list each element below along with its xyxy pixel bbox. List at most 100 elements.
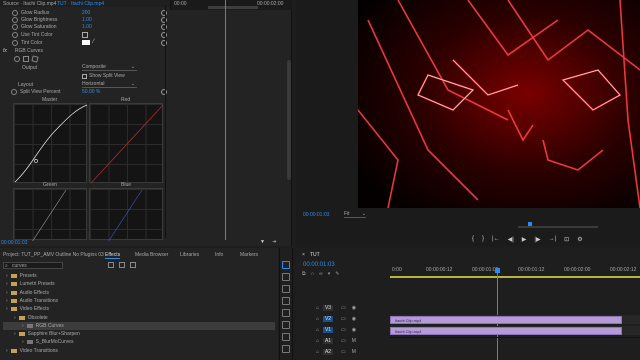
stopwatch-icon[interactable] (12, 40, 18, 46)
program-timecode[interactable]: 00:00:01:03 (303, 212, 329, 218)
disclosure-chevron-icon[interactable]: › (6, 273, 8, 279)
effects-tree-item[interactable]: › Obsolete (3, 314, 275, 322)
selection-tool-icon[interactable] (282, 261, 290, 269)
use-tint-color-checkbox[interactable] (82, 32, 88, 38)
glow-radius-value[interactable]: 200 (82, 10, 90, 16)
curve-point[interactable] (34, 159, 38, 163)
glow-brightness-value[interactable]: 1.00 (82, 17, 92, 23)
step-forward-button[interactable]: |▶ (534, 236, 540, 243)
split-view-percent-value[interactable]: 50.00 % (82, 89, 100, 95)
type-tool-icon[interactable] (282, 345, 290, 353)
yuv-effects-icon[interactable] (130, 262, 136, 268)
effects-tree-item[interactable]: › Audio Transitions (3, 297, 275, 305)
disclosure-chevron-icon[interactable]: › (6, 281, 8, 287)
reset-icon[interactable] (161, 24, 167, 30)
project-title[interactable]: Project: TUT_PP_AMV Outline No Plugins 0… (3, 252, 104, 258)
effects-tree-item[interactable]: › Lumetri Presets (3, 280, 275, 288)
tab-info[interactable]: Info (215, 252, 223, 258)
go-to-in-button[interactable]: |← (492, 236, 500, 243)
glow-saturation-value[interactable]: 1.00 (82, 24, 92, 30)
stopwatch-icon[interactable] (11, 89, 17, 95)
sync-lock-icon[interactable]: ▭ (341, 327, 346, 333)
track-name[interactable]: A2 (323, 349, 334, 355)
mute-icon[interactable]: M (352, 349, 356, 355)
disclosure-chevron-icon[interactable]: › (6, 290, 8, 296)
ec-playhead[interactable] (225, 0, 226, 240)
ellipse-mask-icon[interactable] (14, 56, 20, 62)
red-curve[interactable] (89, 103, 164, 184)
razor-tool-icon[interactable] (282, 297, 290, 305)
eye-icon[interactable]: ◉ (352, 305, 356, 311)
32bit-effects-icon[interactable] (119, 262, 125, 268)
effects-tree-item[interactable]: › RGB Curves (3, 321, 275, 330)
disclosure-chevron-icon[interactable]: › (14, 315, 16, 321)
track-select-tool-icon[interactable] (282, 273, 290, 281)
ec-timecode[interactable]: 00:00:01:03 (1, 240, 27, 246)
clip-range-bar[interactable] (208, 6, 258, 9)
work-area-bar[interactable] (390, 276, 640, 278)
effects-tree-item[interactable]: › Video Effects (3, 305, 275, 313)
hand-tool-icon[interactable] (282, 333, 290, 341)
effects-tree-item[interactable]: › Audio Effects (3, 289, 275, 297)
nest-icon[interactable]: ⧉ (302, 271, 306, 277)
tab-markers[interactable]: Markers (240, 252, 258, 258)
step-back-button[interactable]: ◀| (508, 236, 514, 243)
sequence-tab[interactable]: TUT (310, 252, 320, 258)
show-split-view[interactable]: Show Split View (82, 73, 125, 79)
linked-selection-icon[interactable]: ∞ (319, 271, 323, 277)
track-name[interactable]: V2 (323, 316, 334, 322)
master-curve[interactable] (13, 103, 88, 183)
tab-media-browser[interactable]: Media Browser (135, 252, 168, 258)
timeline-playhead[interactable] (495, 268, 500, 360)
timeline-timecode[interactable]: 00:00:01:03 (303, 262, 335, 268)
reset-icon[interactable] (161, 40, 167, 46)
settings-icon[interactable]: ⚙ (577, 236, 582, 243)
effects-tree-item[interactable]: › S_BlurMoCurves (3, 338, 275, 346)
timeline-ruler[interactable]: 0:00 00:00:00:12 00:00:01:00 00:00:01:12… (390, 265, 640, 275)
track-name[interactable]: A1 (323, 338, 334, 344)
ec-timeline-ruler[interactable]: 00:00 00:00:02:00 (170, 0, 292, 10)
pen-mask-icon[interactable] (31, 55, 39, 63)
disclosure-chevron-icon[interactable]: › (6, 298, 8, 304)
tab-effects[interactable]: Effects (105, 252, 121, 259)
source-label[interactable]: Source · Itachi Clip.mp4 (3, 1, 56, 7)
disclosure-chevron-icon[interactable]: › (6, 348, 8, 354)
filter-icon[interactable]: ▼ (260, 239, 265, 245)
close-icon[interactable]: × (302, 252, 305, 258)
lock-icon[interactable]: ⌂ (316, 327, 319, 333)
zoom-bar[interactable] (518, 226, 598, 228)
sync-lock-icon[interactable]: ▭ (341, 349, 346, 355)
disclosure-chevron-icon[interactable]: › (22, 339, 24, 345)
track-name[interactable]: V3 (323, 305, 334, 311)
split-view-checkbox[interactable] (82, 73, 87, 79)
fit-dropdown[interactable]: Fit ⌄ (344, 211, 366, 218)
tint-color-swatch[interactable] (82, 40, 90, 45)
sync-lock-icon[interactable]: ▭ (341, 305, 346, 311)
mute-icon[interactable]: M (352, 338, 356, 344)
mark-out-button[interactable]: } (482, 236, 484, 243)
program-scrubber[interactable] (358, 222, 638, 228)
accelerated-effects-icon[interactable] (108, 262, 114, 268)
slip-tool-icon[interactable] (282, 309, 290, 317)
green-curve[interactable] (13, 188, 87, 241)
play-button[interactable]: ▶ (522, 236, 527, 243)
eyedropper-icon[interactable]: ⁄ (93, 39, 94, 45)
sync-lock-icon[interactable]: ▭ (341, 338, 346, 344)
snap-icon[interactable]: ∩ (311, 271, 315, 277)
effects-search-input[interactable]: ⌕ curves (3, 262, 63, 269)
playhead-handle[interactable] (495, 268, 500, 273)
pen-tool-icon[interactable] (282, 321, 290, 329)
rectangle-mask-icon[interactable] (23, 56, 29, 62)
disclosure-chevron-icon[interactable]: › (6, 306, 8, 312)
v2-clip[interactable]: Itachi Clip.mp4 (390, 316, 622, 324)
effects-tree-item[interactable]: › Presets (3, 272, 275, 280)
layout-dropdown[interactable]: Horizontal ⌄ (82, 81, 137, 88)
sync-lock-icon[interactable]: ▭ (341, 316, 346, 322)
track-name[interactable]: V1 (323, 327, 334, 333)
eye-icon[interactable]: ◉ (352, 316, 356, 322)
export-icon[interactable]: ⇥ (272, 239, 276, 245)
go-to-out-button[interactable]: →| (549, 236, 557, 243)
sequence-label[interactable]: TUT · Itachi Clip.mp4 (57, 1, 104, 7)
lock-icon[interactable]: ⌂ (316, 338, 319, 344)
lock-icon[interactable]: ⌂ (316, 316, 319, 322)
